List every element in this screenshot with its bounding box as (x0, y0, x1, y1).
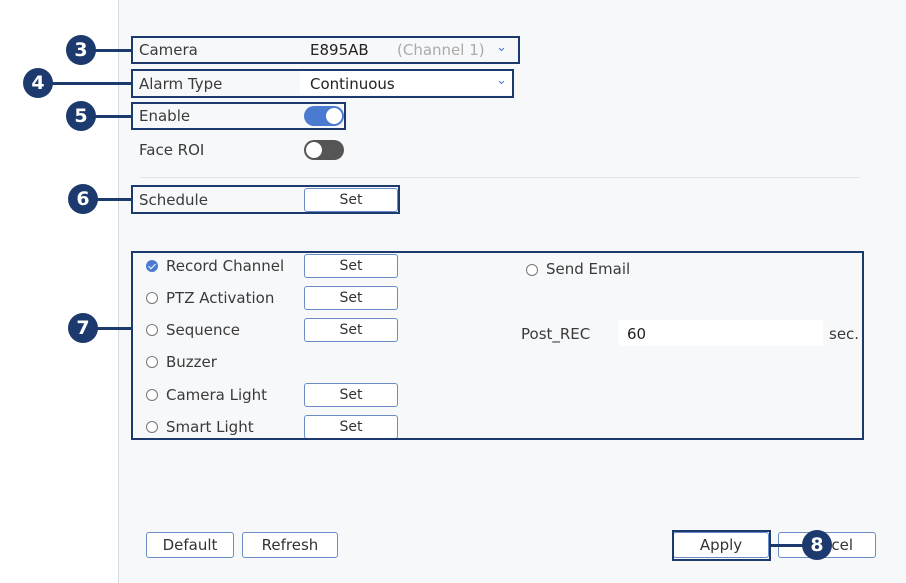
annotation-box-5 (131, 102, 346, 130)
callout-leader-6 (97, 198, 132, 201)
callout-6: 6 (68, 184, 98, 214)
callout-leader-7 (97, 327, 132, 330)
callout-leader-4 (52, 82, 132, 85)
callout-leader-3 (95, 49, 132, 52)
annotation-box-4 (131, 69, 514, 98)
callout-leader-8 (770, 544, 804, 547)
callout-7: 7 (68, 313, 98, 343)
callout-5: 5 (66, 101, 96, 131)
divider (140, 177, 860, 178)
callout-leader-5 (95, 115, 132, 118)
face-roi-label: Face ROI (139, 141, 205, 159)
refresh-button[interactable]: Refresh (242, 532, 338, 558)
callout-3: 3 (66, 35, 96, 65)
face-roi-toggle[interactable] (304, 140, 344, 160)
annotation-box-7 (131, 251, 864, 440)
annotation-box-6 (131, 185, 400, 214)
annotation-box-3 (131, 36, 520, 64)
default-button[interactable]: Default (146, 532, 234, 558)
callout-8: 8 (802, 530, 832, 560)
callout-4: 4 (23, 68, 53, 98)
cancel-label: cel (831, 536, 853, 554)
annotation-box-8 (672, 530, 771, 561)
